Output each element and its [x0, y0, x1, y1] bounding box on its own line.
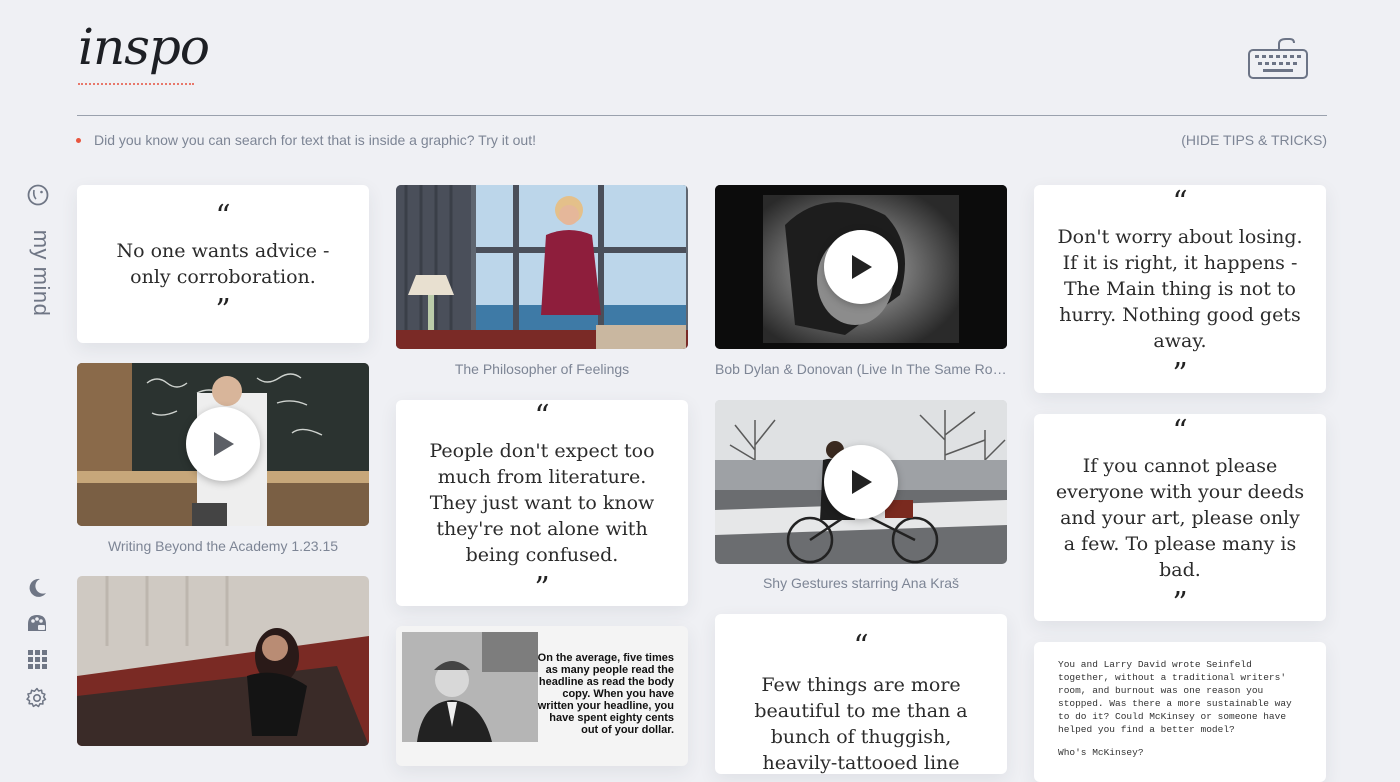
quote-card[interactable]: “ If you cannot please everyone with you… [1034, 414, 1326, 621]
header-divider [77, 115, 1327, 116]
smile-icon [27, 184, 49, 206]
my-mind-label: my mind [29, 229, 54, 317]
app-logo[interactable]: inspo [78, 22, 210, 72]
play-button[interactable] [824, 230, 898, 304]
text-note-card[interactable]: You and Larry David wrote Seinfeld toget… [1034, 642, 1326, 782]
open-quote-mark: “ [1172, 414, 1188, 449]
quote-text: People don't expect too much from litera… [429, 440, 655, 566]
play-button[interactable] [824, 445, 898, 519]
play-icon [214, 432, 234, 456]
my-mind-link[interactable]: my mind [24, 182, 54, 322]
image-card-philosopher[interactable] [396, 185, 688, 349]
image-card-ogilvy[interactable]: On the average, five times as many peopl… [396, 626, 688, 766]
quote-card[interactable]: “ Few things are more beautiful to me th… [715, 614, 1007, 774]
tip-bullet [76, 138, 81, 143]
quote-text: Few things are more beautiful to me than… [754, 674, 968, 774]
open-quote-mark: “ [215, 199, 231, 234]
hide-tips-button[interactable]: (HIDE TIPS & TRICKS) [1181, 132, 1327, 148]
moon-icon[interactable] [25, 576, 49, 600]
philosopher-image [396, 185, 688, 349]
quote-text: If you cannot please everyone with your … [1055, 454, 1305, 581]
note-question: Who's McKinsey? [1058, 747, 1144, 758]
gear-icon[interactable] [25, 686, 49, 710]
logo-underline [78, 83, 194, 85]
play-button[interactable] [186, 407, 260, 481]
play-icon [852, 470, 872, 494]
close-quote-mark: ” [215, 293, 231, 328]
ad-copy-text: On the average, five times as many peopl… [537, 652, 674, 736]
portrait-image [77, 576, 369, 746]
quote-card[interactable]: “ Don't worry about losing. If it is rig… [1034, 185, 1326, 393]
video-caption[interactable]: Shy Gestures starring Ana Kraš [715, 575, 1007, 591]
video-thumbnail-shy[interactable] [715, 400, 1007, 564]
quote-card[interactable]: “ No one wants advice - only corroborati… [77, 185, 369, 343]
play-icon [852, 255, 872, 279]
open-quote-mark: “ [534, 400, 550, 434]
image-card-portrait[interactable] [77, 576, 369, 746]
video-thumbnail-dylan[interactable] [715, 185, 1007, 349]
close-quote-mark: ” [534, 571, 550, 606]
ogilvy-photo [402, 632, 538, 742]
open-quote-mark: “ [1172, 185, 1188, 220]
palette-icon[interactable] [25, 611, 49, 635]
keyboard-icon[interactable] [1246, 36, 1310, 82]
video-thumbnail-writing[interactable] [77, 363, 369, 526]
video-caption[interactable]: Bob Dylan & Donovan (Live In The Same Ro… [715, 361, 1007, 377]
note-paragraph: You and Larry David wrote Seinfeld toget… [1058, 659, 1292, 735]
quote-text: No one wants advice - only corroboration… [116, 240, 330, 288]
close-quote-mark: ” [1172, 357, 1188, 392]
grid-icon[interactable] [25, 647, 49, 671]
open-quote-mark: “ [853, 629, 869, 664]
tip-text: Did you know you can search for text tha… [94, 132, 536, 148]
quote-text: Don't worry about losing. If it is right… [1057, 226, 1303, 352]
image-caption[interactable]: The Philosopher of Feelings [396, 361, 688, 377]
close-quote-mark: ” [1172, 585, 1188, 621]
quote-card[interactable]: “ People don't expect too much from lite… [396, 400, 688, 606]
video-caption[interactable]: Writing Beyond the Academy 1.23.15 [77, 538, 369, 554]
